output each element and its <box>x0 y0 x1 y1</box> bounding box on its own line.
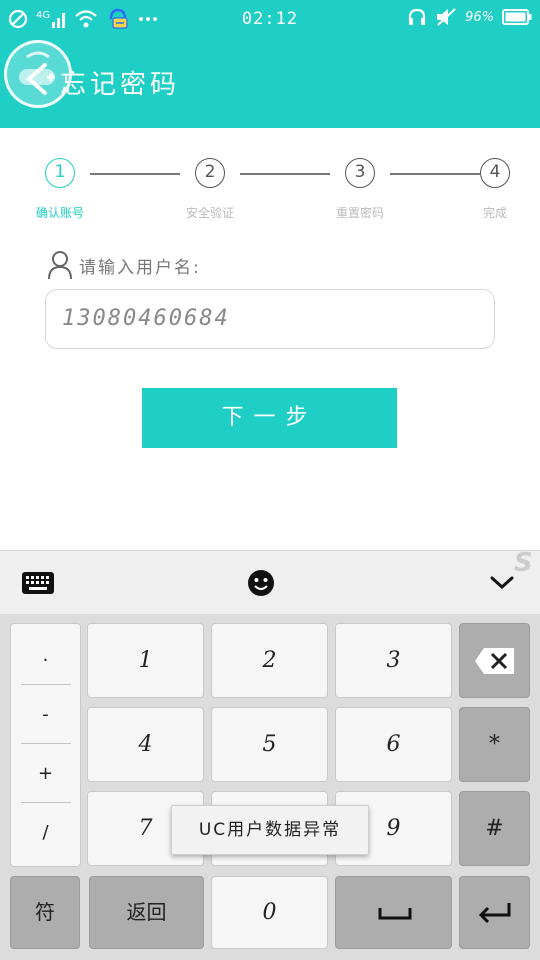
page-title: 忘记密码 <box>60 70 181 100</box>
key-minus[interactable]: - <box>11 685 80 744</box>
key-label: # <box>485 816 504 841</box>
step-connector <box>390 173 480 175</box>
screen: 4G 02:12 96% 忘记密码 1 2 3 4 确认账号 安全验证 重置密码… <box>0 0 540 960</box>
step-2-label: 安全验证 <box>185 206 234 220</box>
key-star[interactable]: * <box>459 707 530 782</box>
app-header: 忘记密码 <box>0 38 540 128</box>
enter-key[interactable] <box>459 876 530 949</box>
step-connector <box>90 173 180 175</box>
key-hash[interactable]: # <box>459 791 530 866</box>
key-1[interactable]: 1 <box>87 623 204 698</box>
battery-percent: 96% <box>465 9 494 25</box>
step-3-circle: 3 <box>345 158 375 188</box>
key-label: 0 <box>262 900 277 925</box>
key-label: 4 <box>138 732 153 757</box>
symbol-column: . - + / <box>10 623 81 867</box>
key-6[interactable]: 6 <box>335 707 452 782</box>
space-key[interactable] <box>335 876 452 949</box>
step-1-label: 确认账号 <box>35 206 84 220</box>
key-label: 5 <box>262 732 277 757</box>
step-1-circle: 1 <box>45 158 75 188</box>
headset-icon <box>408 8 426 25</box>
error-toast: UC用户数据异常 <box>171 805 369 855</box>
key-dot[interactable]: . <box>11 626 80 685</box>
user-icon <box>48 251 72 280</box>
key-label: * <box>489 732 500 757</box>
key-2[interactable]: 2 <box>211 623 328 698</box>
key-label: 3 <box>386 648 401 673</box>
return-key[interactable]: 返回 <box>89 876 204 949</box>
key-3[interactable]: 3 <box>335 623 452 698</box>
key-label: 返回 <box>126 900 167 924</box>
sogou-logo-icon: S <box>514 548 533 576</box>
step-4-circle: 4 <box>480 158 510 188</box>
chevron-down-icon[interactable] <box>490 575 514 591</box>
keyboard-icon[interactable] <box>21 571 55 595</box>
battery-icon <box>502 9 532 25</box>
key-label: 2 <box>262 648 277 673</box>
key-label: 1 <box>138 648 153 673</box>
emoji-icon[interactable] <box>247 569 275 597</box>
key-plus[interactable]: + <box>11 744 80 803</box>
username-input[interactable]: 13080460684 <box>45 289 495 349</box>
mute-icon <box>437 8 456 26</box>
key-0[interactable]: 0 <box>211 876 328 949</box>
step-connector <box>240 173 330 175</box>
key-label: 符 <box>35 900 55 924</box>
symbol-key[interactable]: 符 <box>10 876 80 949</box>
step-2-circle: 2 <box>195 158 225 188</box>
step-3-label: 重置密码 <box>335 206 384 220</box>
next-step-button[interactable]: 下一步 <box>142 388 397 448</box>
status-bar: 4G 02:12 96% <box>0 0 540 38</box>
status-right: 96% <box>407 7 532 27</box>
progress-stepper: 1 2 3 4 确认账号 安全验证 重置密码 完成 <box>0 128 540 228</box>
space-bar-icon <box>378 908 412 920</box>
key-label: 6 <box>386 732 401 757</box>
backspace-icon <box>475 648 514 674</box>
backspace-key[interactable] <box>459 623 530 698</box>
key-5[interactable]: 5 <box>211 707 328 782</box>
key-slash[interactable]: / <box>11 803 80 862</box>
keyboard-toolbar <box>0 550 540 614</box>
step-4-label: 完成 <box>482 206 507 220</box>
username-label-row: 请输入用户名: <box>47 250 201 280</box>
enter-arrow-icon <box>478 903 511 924</box>
username-label: 请输入用户名: <box>79 257 201 278</box>
key-4[interactable]: 4 <box>87 707 204 782</box>
